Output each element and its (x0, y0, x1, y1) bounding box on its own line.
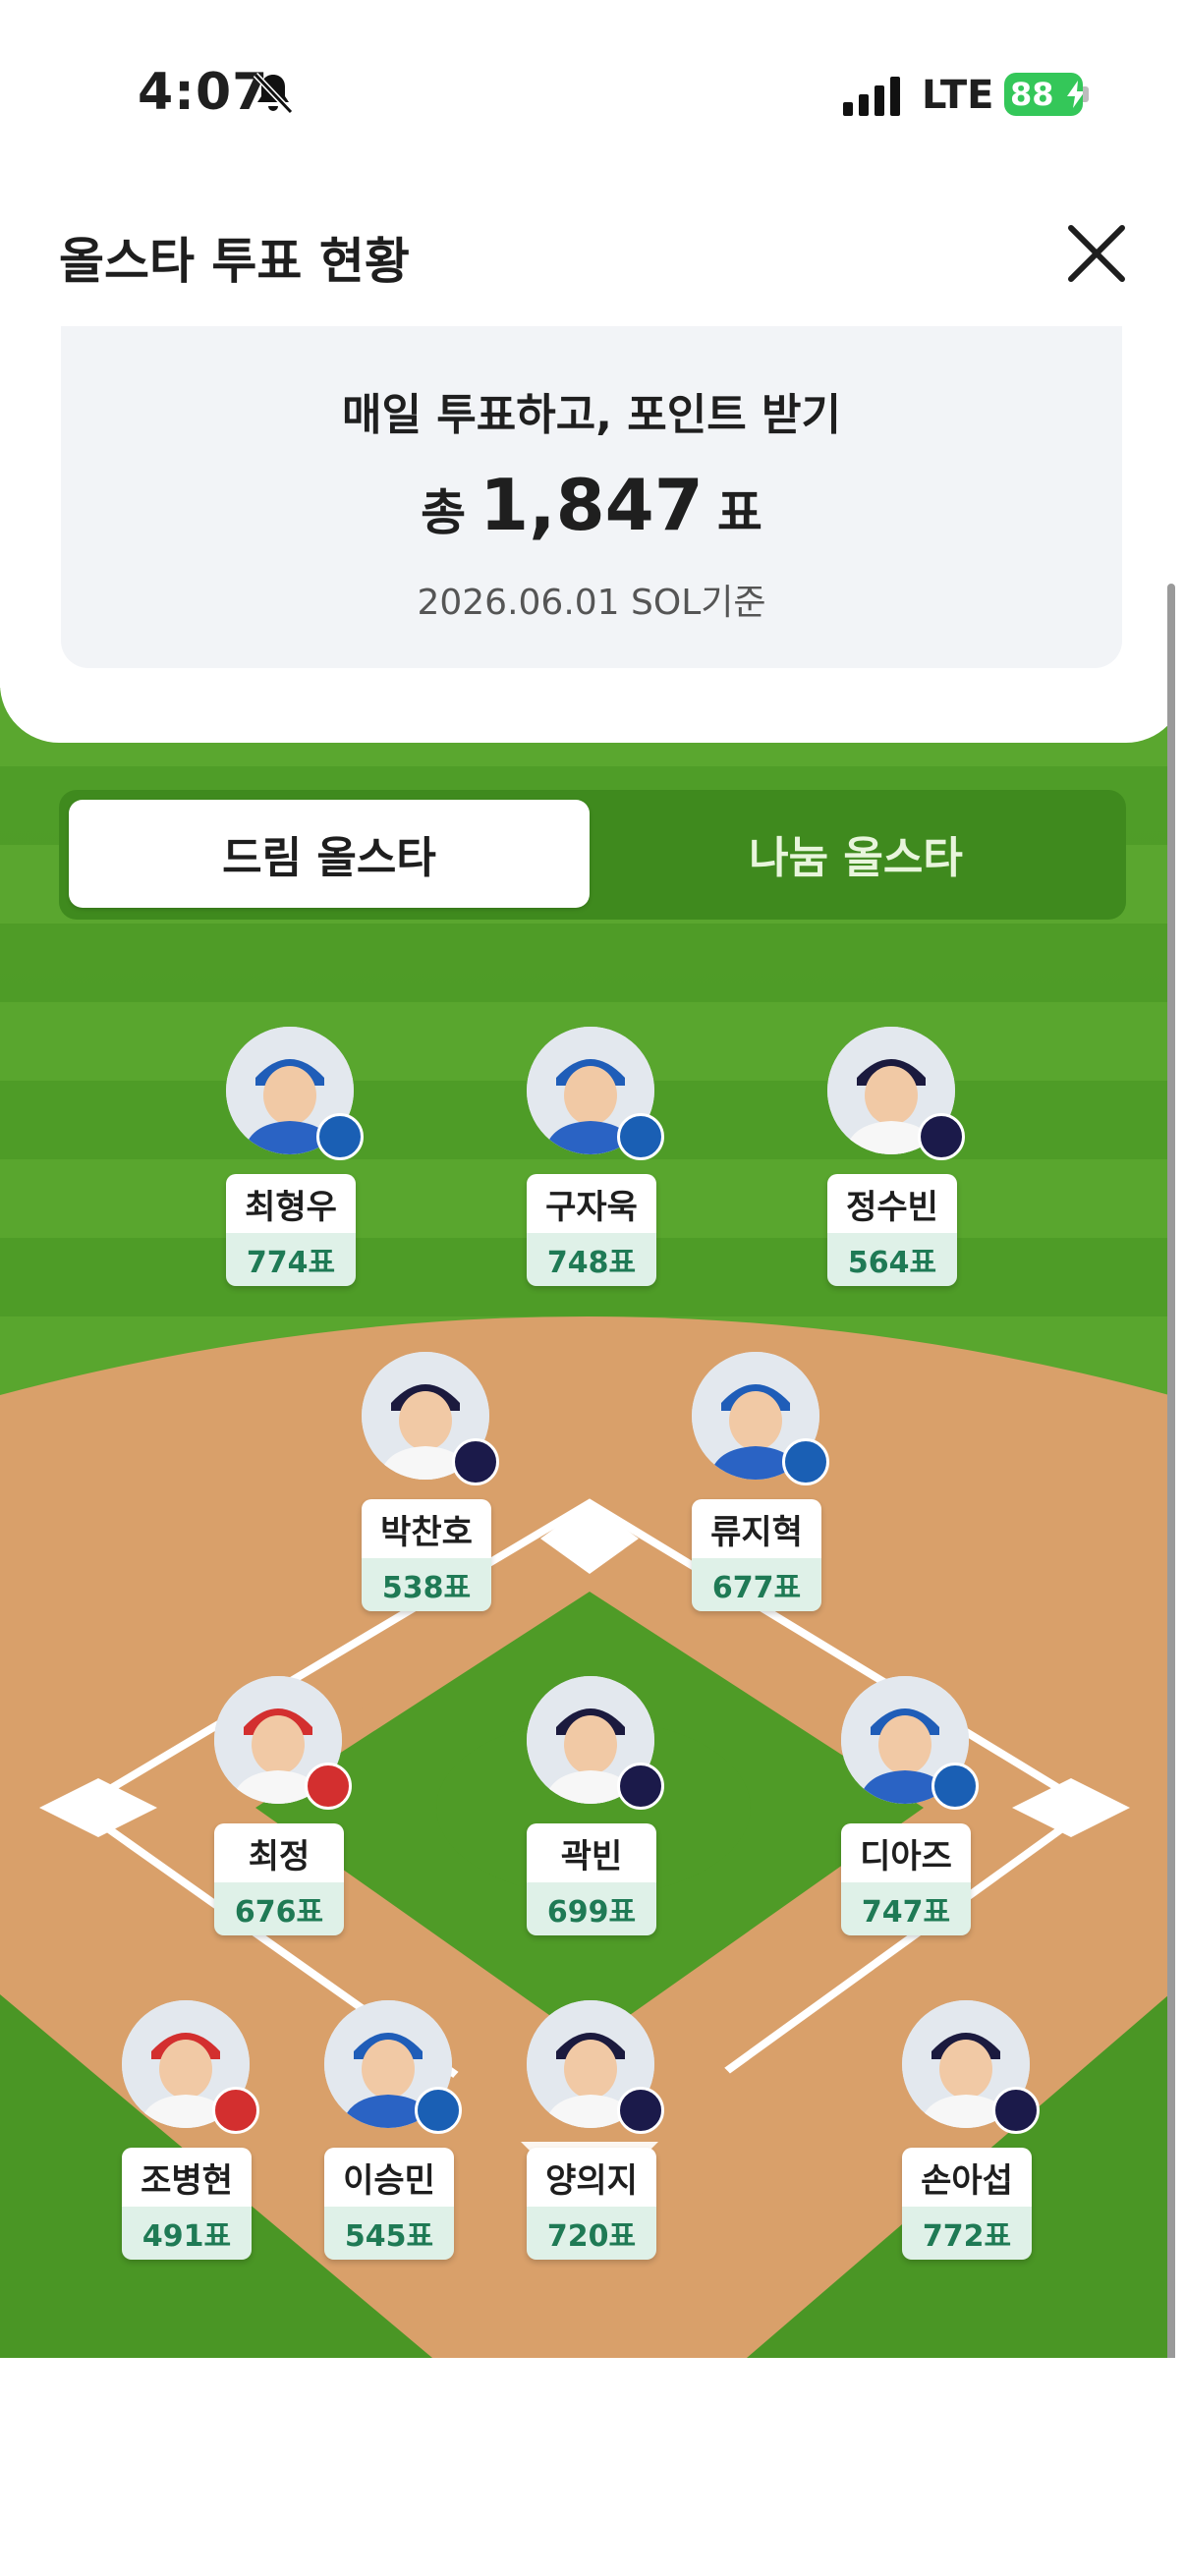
network-type: LTE (922, 73, 994, 118)
team-badge-icon (305, 1763, 352, 1810)
player-info: 조병현 491표 (122, 2148, 252, 2260)
player-card[interactable]: 양의지 720표 (527, 2000, 664, 2285)
status-time: 4:07 (138, 63, 269, 122)
team-badge-icon (452, 1438, 499, 1485)
player-votes: 491표 (122, 2207, 252, 2260)
player-name: 디아즈 (841, 1823, 971, 1882)
battery-cap (1083, 86, 1089, 102)
total-votes: 총 1,847 표 (61, 464, 1122, 546)
player-votes: 699표 (527, 1882, 656, 1935)
player-card[interactable]: 박찬호 538표 (362, 1352, 499, 1637)
summary-headline: 매일 투표하고, 포인트 받기 (342, 390, 841, 440)
player-card[interactable]: 디아즈 747표 (841, 1676, 979, 1961)
player-name: 조병현 (122, 2148, 252, 2207)
player-votes: 676표 (214, 1882, 344, 1935)
player-votes: 720표 (527, 2207, 656, 2260)
player-info: 이승민 545표 (324, 2148, 454, 2260)
page-footer-space (0, 2358, 1185, 2576)
player-name: 정수빈 (827, 1174, 957, 1233)
bell-muted-icon (253, 72, 294, 115)
team-badge-icon (992, 2087, 1040, 2134)
scrollbar[interactable] (1167, 584, 1175, 2381)
player-info: 구자욱 748표 (527, 1174, 656, 1286)
player-card[interactable]: 손아섭 772표 (902, 2000, 1040, 2285)
player-votes: 772표 (902, 2207, 1032, 2260)
player-name: 손아섭 (902, 2148, 1032, 2207)
battery-level: 88 (1010, 76, 1054, 113)
player-info: 정수빈 564표 (827, 1174, 957, 1286)
player-info: 박찬호 538표 (362, 1499, 491, 1611)
player-card[interactable]: 류지혁 677표 (692, 1352, 829, 1637)
battery-indicator: 88 (1004, 73, 1085, 116)
status-bar: 4:07 LTE 88 (0, 0, 1185, 196)
signal-icon (843, 77, 900, 116)
player-info: 디아즈 747표 (841, 1823, 971, 1935)
tab-nanum-allstar[interactable]: 나눔 올스타 (595, 800, 1116, 908)
total-votes-unit: 표 (716, 484, 762, 541)
player-card[interactable]: 조병현 491표 (122, 2000, 259, 2285)
player-card[interactable]: 최형우 774표 (226, 1027, 364, 1312)
player-name: 박찬호 (362, 1499, 491, 1558)
player-name: 이승민 (324, 2148, 454, 2207)
page-title: 올스타 투표 현황 (59, 233, 410, 290)
player-name: 최형우 (226, 1174, 356, 1233)
player-votes: 774표 (226, 1233, 356, 1286)
player-info: 최정 676표 (214, 1823, 344, 1935)
player-votes: 545표 (324, 2207, 454, 2260)
player-name: 구자욱 (527, 1174, 656, 1233)
player-name: 곽빈 (527, 1823, 656, 1882)
player-name: 류지혁 (692, 1499, 821, 1558)
player-info: 손아섭 772표 (902, 2148, 1032, 2260)
player-name: 양의지 (527, 2148, 656, 2207)
player-card[interactable]: 이승민 545표 (324, 2000, 462, 2285)
player-votes: 538표 (362, 1558, 491, 1611)
team-badge-icon (617, 1763, 664, 1810)
team-badge-icon (931, 1763, 979, 1810)
player-votes: 677표 (692, 1558, 821, 1611)
player-card[interactable]: 곽빈 699표 (527, 1676, 664, 1961)
date-note: 2026.06.01 SOL기준 (417, 583, 766, 623)
player-info: 곽빈 699표 (527, 1823, 656, 1935)
allstar-tabs: 드림 올스타 나눔 올스타 (59, 790, 1126, 920)
player-votes: 564표 (827, 1233, 957, 1286)
team-badge-icon (782, 1438, 829, 1485)
modal-header: 올스타 투표 현황 (0, 196, 1185, 326)
player-votes: 748표 (527, 1233, 656, 1286)
tab-dream-allstar[interactable]: 드림 올스타 (69, 800, 590, 908)
player-name: 최정 (214, 1823, 344, 1882)
team-badge-icon (415, 2087, 462, 2134)
player-card[interactable]: 정수빈 564표 (827, 1027, 965, 1312)
player-card[interactable]: 최정 676표 (214, 1676, 352, 1961)
player-card[interactable]: 구자욱 748표 (527, 1027, 664, 1312)
team-badge-icon (617, 2087, 664, 2134)
team-badge-icon (617, 1113, 664, 1160)
total-votes-number: 1,847 (480, 464, 704, 546)
vote-summary-card: 매일 투표하고, 포인트 받기 총 1,847 표 2026.06.01 SOL기준 (61, 326, 1122, 668)
player-votes: 747표 (841, 1882, 971, 1935)
team-badge-icon (918, 1113, 965, 1160)
total-prefix: 총 (421, 484, 467, 541)
close-icon[interactable] (1061, 218, 1132, 289)
player-info: 양의지 720표 (527, 2148, 656, 2260)
player-info: 최형우 774표 (226, 1174, 356, 1286)
team-badge-icon (212, 2087, 259, 2134)
player-info: 류지혁 677표 (692, 1499, 821, 1611)
team-badge-icon (316, 1113, 364, 1160)
